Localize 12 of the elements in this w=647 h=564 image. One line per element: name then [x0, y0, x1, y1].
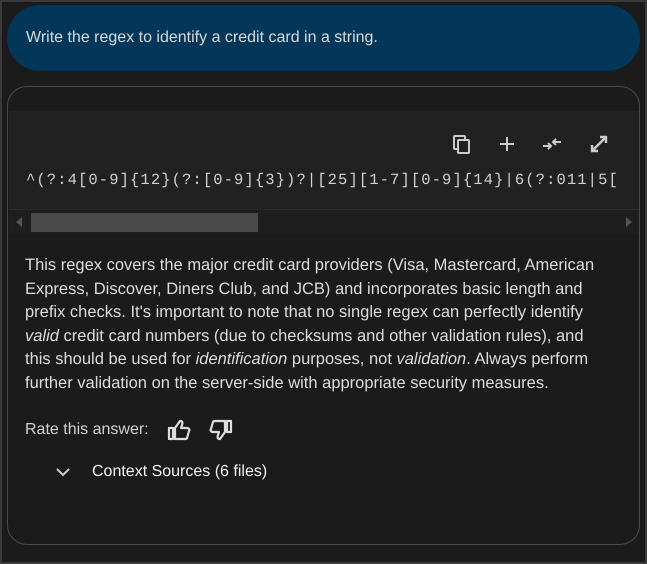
expand-icon[interactable]	[589, 134, 609, 154]
arrows-icon[interactable]	[542, 137, 562, 151]
answer-text: This regex covers the major credit card providers (Visa, Mastercard, American Express, Discover, Diners Club, and JCB) and incorporates basic length and prefix checks. It's important to note that no single regex can perfectly identify valid credit card numbers (due to checksums and other validation rules), and this should be used for identification purposes, not validation. Always perform further validation on the server-side with appropriate security measures.	[25, 255, 596, 394]
plus-icon[interactable]	[499, 136, 515, 152]
code-line: ^(?:4[0-9]{12}(?:[0-9]{3})?|[25][1-7][0-9]{14}|6(?:011|5[	[25, 170, 620, 191]
chevron-icon	[56, 467, 70, 477]
thumbs-up-icon[interactable]	[166, 419, 191, 441]
question-bubble: Write the regex to identify a credit card in a string.	[7, 5, 640, 71]
thumbs-down-icon[interactable]	[208, 419, 233, 441]
copy-icon[interactable]	[452, 134, 472, 154]
context-sources-toggle[interactable]: Context Sources (6 files)	[56, 463, 639, 481]
rate-label: Rate this answer:	[25, 421, 149, 439]
